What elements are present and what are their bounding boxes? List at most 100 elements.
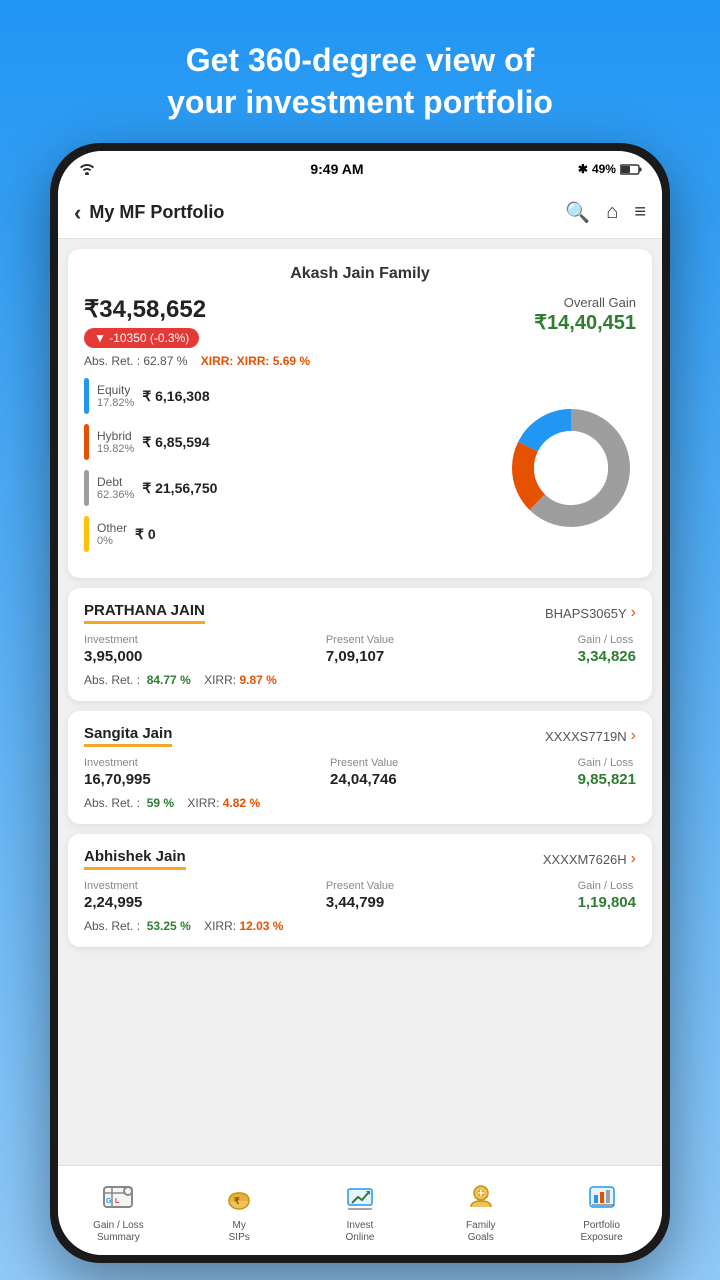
breakdown-amount: ₹ 6,16,308	[142, 388, 209, 405]
breakdown-pct: 19.82%	[97, 443, 134, 455]
nav-item-gain-loss[interactable]: G L Gain / LossSummary	[78, 1178, 158, 1244]
breakdown-pct: 62.36%	[97, 489, 134, 501]
portfolio-card: Akash Jain Family ₹34,58,652 ▼ -10350 (-…	[68, 249, 652, 578]
nav-item-sips[interactable]: ₹ MySIPs	[199, 1178, 279, 1244]
svg-text:₹: ₹	[234, 1196, 240, 1206]
investment-label: Investment	[84, 634, 142, 646]
present-value-label: Present Value	[330, 757, 398, 769]
investment-value: 3,95,000	[84, 648, 142, 665]
gain-loss-value: 1,19,804	[578, 894, 636, 911]
home-icon[interactable]: ⌂	[606, 201, 618, 224]
overall-gain-label: Overall Gain	[534, 295, 636, 310]
breakdown-dot	[84, 470, 89, 506]
status-left	[78, 161, 96, 178]
status-right: ✱ 49%	[578, 162, 642, 176]
svg-text:G: G	[106, 1198, 112, 1205]
goals-icon	[462, 1178, 500, 1216]
member-name: Sangita Jain	[84, 725, 172, 747]
portfolio-right: Overall Gain ₹14,40,451	[534, 295, 636, 335]
gain-loss-label: Gain / Loss	[578, 757, 636, 769]
breakdown-item: Equity 17.82% ₹ 6,16,308	[84, 378, 506, 414]
page-title: My MF Portfolio	[89, 202, 224, 223]
present-value: 24,04,746	[330, 771, 398, 788]
breakdown-item: Hybrid 19.82% ₹ 6,85,594	[84, 424, 506, 460]
invest-icon	[341, 1178, 379, 1216]
breakdown-label: Hybrid	[97, 429, 134, 443]
portfolio-change-badge: ▼ -10350 (-0.3%)	[84, 328, 199, 348]
overall-gain-value: ₹14,40,451	[534, 310, 636, 335]
svg-text:L: L	[115, 1198, 120, 1205]
top-bar-icons: 🔍 ⌂ ≡	[565, 200, 646, 225]
breakdown-amount: ₹ 6,85,594	[142, 434, 209, 451]
header-section: Get 360-degree view of your investment p…	[147, 0, 573, 143]
phone-wrapper: 9:49 AM ✱ 49% ‹ My MF Portfolio 🔍 ⌂ ≡	[50, 143, 670, 1263]
breakdown-pct: 17.82%	[97, 397, 134, 409]
investment-label: Investment	[84, 880, 142, 892]
back-icon[interactable]: ‹	[74, 200, 81, 226]
top-bar-left[interactable]: ‹ My MF Portfolio	[74, 200, 224, 226]
exposure-icon	[583, 1178, 621, 1216]
members-container: PRATHANA JAIN BHAPS3065Y › Investment 3,…	[58, 588, 662, 947]
breakdown-pct: 0%	[97, 535, 127, 547]
family-name: Akash Jain Family	[84, 265, 636, 283]
breakdown-item: Other 0% ₹ 0	[84, 516, 506, 552]
nav-item-invest[interactable]: InvestOnline	[320, 1178, 400, 1244]
breakdown-dot	[84, 424, 89, 460]
breakdown-label: Other	[97, 521, 127, 535]
menu-icon[interactable]: ≡	[634, 201, 646, 224]
member-id[interactable]: BHAPS3065Y ›	[545, 604, 636, 622]
member-id[interactable]: XXXXS7719N ›	[545, 727, 636, 745]
present-value: 7,09,107	[326, 648, 394, 665]
nav-label-invest: InvestOnline	[346, 1220, 375, 1244]
member-card: Abhishek Jain XXXXM7626H › Investment 2,…	[68, 834, 652, 947]
breakdown-amount: ₹ 0	[135, 526, 156, 543]
investment-value: 16,70,995	[84, 771, 151, 788]
gain-loss-icon: G L	[99, 1178, 137, 1216]
member-name: Abhishek Jain	[84, 848, 186, 870]
investment-label: Investment	[84, 757, 151, 769]
top-nav-bar: ‹ My MF Portfolio 🔍 ⌂ ≡	[58, 187, 662, 239]
portfolio-main: ₹34,58,652 ▼ -10350 (-0.3%) Abs. Ret. : …	[84, 295, 636, 368]
member-name: PRATHANA JAIN	[84, 602, 205, 624]
breakdown-label: Equity	[97, 383, 134, 397]
breakdown-list: Equity 17.82% ₹ 6,16,308 Hybrid 19.82% ₹…	[84, 378, 506, 562]
nav-label-goals: FamilyGoals	[466, 1220, 495, 1244]
breakdown-dot	[84, 516, 89, 552]
member-id[interactable]: XXXXM7626H ›	[543, 850, 636, 868]
sips-icon: ₹	[220, 1178, 258, 1216]
bluetooth-icon: ✱	[578, 162, 588, 176]
nav-label-exposure: PortfolioExposure	[580, 1220, 622, 1244]
breakdown-item: Debt 62.36% ₹ 21,56,750	[84, 470, 506, 506]
nav-label-sips: MySIPs	[229, 1220, 250, 1244]
nav-item-exposure[interactable]: PortfolioExposure	[562, 1178, 642, 1244]
header-title: Get 360-degree view of your investment p…	[167, 40, 553, 123]
gain-loss-label: Gain / Loss	[578, 880, 636, 892]
battery-level: 49%	[592, 162, 616, 176]
member-card: PRATHANA JAIN BHAPS3065Y › Investment 3,…	[68, 588, 652, 701]
phone-screen: 9:49 AM ✱ 49% ‹ My MF Portfolio 🔍 ⌂ ≡	[58, 151, 662, 1255]
search-icon[interactable]: 🔍	[565, 200, 590, 225]
status-time: 9:49 AM	[310, 161, 363, 177]
investment-value: 2,24,995	[84, 894, 142, 911]
gain-loss-value: 3,34,826	[578, 648, 636, 665]
breakdown-label: Debt	[97, 475, 134, 489]
xirr-value: XIRR: XIRR: 5.69 %	[201, 354, 310, 368]
portfolio-breakdown: Equity 17.82% ₹ 6,16,308 Hybrid 19.82% ₹…	[84, 378, 636, 562]
portfolio-returns: Abs. Ret. : 62.87 % XIRR: XIRR: 5.69 %	[84, 354, 534, 368]
nav-item-goals[interactable]: FamilyGoals	[441, 1178, 521, 1244]
content-area: Akash Jain Family ₹34,58,652 ▼ -10350 (-…	[58, 239, 662, 1165]
nav-label-gain-loss: Gain / LossSummary	[93, 1220, 144, 1244]
status-bar: 9:49 AM ✱ 49%	[58, 151, 662, 187]
portfolio-left: ₹34,58,652 ▼ -10350 (-0.3%) Abs. Ret. : …	[84, 295, 534, 368]
breakdown-amount: ₹ 21,56,750	[142, 480, 217, 497]
donut-chart-container	[506, 403, 636, 538]
bottom-nav: G L Gain / LossSummary ₹ MySIPs InvestOn…	[58, 1165, 662, 1255]
member-card: Sangita Jain XXXXS7719N › Investment 16,…	[68, 711, 652, 824]
breakdown-dot	[84, 378, 89, 414]
present-value: 3,44,799	[326, 894, 394, 911]
gain-loss-value: 9,85,821	[578, 771, 636, 788]
gain-loss-label: Gain / Loss	[578, 634, 636, 646]
present-value-label: Present Value	[326, 634, 394, 646]
present-value-label: Present Value	[326, 880, 394, 892]
portfolio-value: ₹34,58,652	[84, 295, 534, 324]
